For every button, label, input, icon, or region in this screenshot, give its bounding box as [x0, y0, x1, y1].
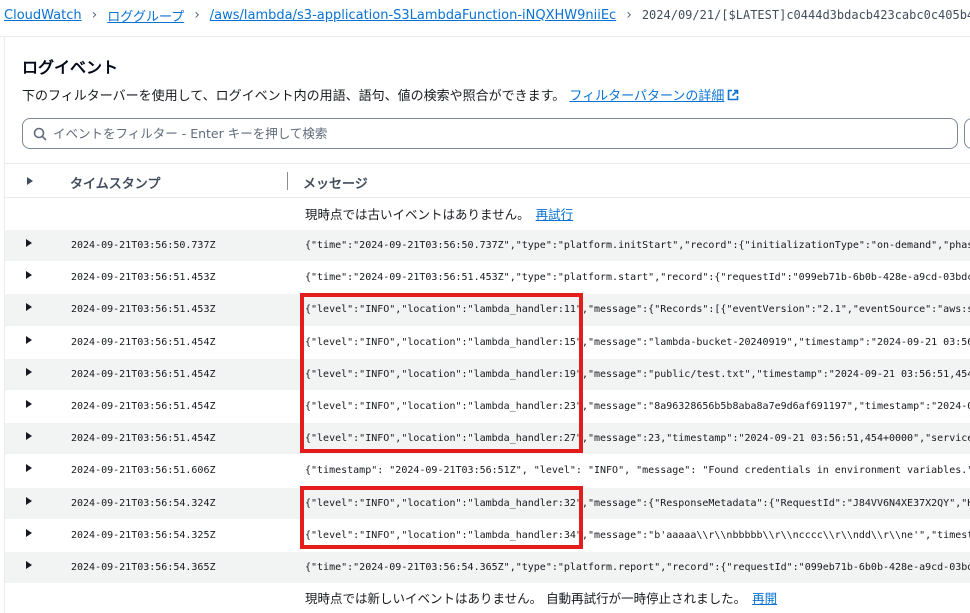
row-timestamp: 2024-09-21T03:56:50.737Z — [71, 240, 216, 251]
row-timestamp: 2024-09-21T03:56:51.454Z — [71, 433, 216, 445]
row-message: {"time":"2024-09-21T03:56:50.737Z","type… — [305, 240, 970, 251]
breadcrumb-log-stream: 2024/09/21/[$LATEST]c0444d3bdacb423cabc0… — [641, 8, 970, 22]
table-row[interactable]: 2024-09-21T03:56:51.454Z {"level":"INFO",… — [5, 390, 970, 424]
chevron-right-icon: › — [626, 7, 632, 23]
section-header: ログイベント — [22, 54, 118, 78]
resume-link[interactable]: 再開 — [752, 591, 777, 606]
filter-options-button[interactable] — [964, 118, 970, 149]
table-row[interactable]: 2024-09-21T03:56:51.454Z {"level":"INFO",… — [5, 358, 970, 391]
expand-row-icon[interactable] — [24, 463, 34, 473]
row-message: {"time":"2024-09-21T03:56:51.453Z","type… — [305, 272, 970, 284]
column-divider[interactable] — [287, 172, 288, 190]
expand-all-icon[interactable] — [25, 176, 35, 186]
row-timestamp: 2024-09-21T03:56:51.454Z — [71, 368, 216, 380]
expand-row-icon[interactable] — [24, 302, 34, 312]
row-message: {"level":"INFO","location":"lambda_handl… — [305, 304, 970, 316]
column-header-timestamp[interactable]: タイムスタンプ — [70, 173, 160, 192]
breadcrumb-log-group[interactable]: /aws/lambda/s3-application-S3LambdaFunct… — [210, 8, 616, 23]
search-icon — [33, 127, 47, 141]
expand-row-icon[interactable] — [24, 496, 34, 506]
expand-row-icon[interactable] — [24, 528, 34, 538]
expand-row-icon[interactable] — [24, 335, 34, 345]
expand-row-icon[interactable] — [24, 270, 34, 280]
log-events-list: 2024-09-21T03:56:50.737Z {"time":"2024-09… — [5, 230, 970, 585]
row-message: {"level":"INFO","location":"lambda_handl… — [305, 497, 970, 509]
filter-bar — [22, 118, 958, 149]
expand-row-icon[interactable] — [24, 238, 34, 248]
row-timestamp: 2024-09-21T03:56:54.365Z — [71, 561, 216, 573]
description-text: 下のフィルターバーを使用して、ログイベント内の用語、語句、値の検索や照合ができま… — [22, 89, 566, 104]
row-timestamp: 2024-09-21T03:56:51.453Z — [71, 304, 216, 316]
table-row[interactable]: 2024-09-21T03:56:51.453Z {"time":"2024-09… — [5, 262, 970, 295]
divider — [0, 36, 970, 37]
table-header: タイムスタンプ メッセージ — [5, 163, 970, 198]
table-row[interactable]: 2024-09-21T03:56:51.454Z {"level":"INFO",… — [5, 423, 970, 456]
row-message: {"level":"INFO","location":"lambda_handl… — [305, 529, 970, 541]
row-timestamp: 2024-09-21T03:56:51.454Z — [71, 336, 216, 348]
filter-input[interactable] — [53, 126, 933, 141]
row-timestamp: 2024-09-21T03:56:51.454Z — [71, 400, 216, 412]
expand-row-icon[interactable] — [24, 560, 34, 570]
table-row[interactable]: 2024-09-21T03:56:50.737Z {"time":"2024-09… — [5, 230, 970, 263]
table-row[interactable]: 2024-09-21T03:56:54.325Z {"level":"INFO",… — [5, 519, 970, 552]
retry-link[interactable]: 再試行 — [536, 207, 574, 222]
breadcrumb-log-groups[interactable]: ロググループ — [107, 6, 184, 25]
table-row[interactable]: 2024-09-21T03:56:54.365Z {"time":"2024-09… — [5, 551, 970, 585]
row-message: {"level":"INFO","location":"lambda_handl… — [305, 336, 970, 348]
table-row[interactable]: 2024-09-21T03:56:51.454Z {"level":"INFO",… — [5, 326, 970, 359]
expand-row-icon[interactable] — [24, 431, 34, 441]
expand-row-icon[interactable] — [24, 399, 34, 409]
bottom-notice: 現時点では新しいイベントはありません。 自動再試行が一時停止されました。 再開 — [305, 588, 777, 607]
top-notice-text: 現時点では古いイベントはありません。 — [305, 207, 530, 222]
chevron-right-icon: › — [91, 7, 98, 23]
table-row[interactable]: 2024-09-21T03:56:51.453Z {"level":"INFO",… — [5, 294, 970, 327]
row-timestamp: 2024-09-21T03:56:51.606Z — [71, 465, 216, 477]
row-message: {"level":"INFO","location":"lambda_handl… — [305, 400, 970, 412]
row-message: {"level":"INFO","location":"lambda_handl… — [305, 368, 970, 380]
column-header-message[interactable]: メッセージ — [303, 173, 368, 192]
row-message: {"level":"INFO","location":"lambda_handl… — [305, 433, 970, 445]
row-message: {"time":"2024-09-21T03:56:54.365Z","type… — [305, 561, 970, 573]
row-timestamp: 2024-09-21T03:56:51.453Z — [71, 272, 216, 284]
external-link-icon — [728, 89, 739, 101]
table-row[interactable]: 2024-09-21T03:56:51.606Z {"timestamp": "2… — [5, 455, 970, 488]
description: 下のフィルターバーを使用して、ログイベント内の用語、語句、値の検索や照合ができま… — [22, 85, 739, 104]
row-timestamp: 2024-09-21T03:56:54.325Z — [71, 529, 216, 541]
filter-pattern-link-label: フィルターパターンの詳細 — [569, 89, 725, 104]
bottom-notice-text: 現時点では新しいイベントはありません。 自動再試行が一時停止されました。 — [305, 591, 747, 606]
breadcrumb: CloudWatch › ロググループ › /aws/lambda/s3-app… — [0, 0, 970, 30]
filter-pattern-link[interactable]: フィルターパターンの詳細 — [569, 89, 739, 104]
chevron-right-icon: › — [194, 7, 200, 23]
page-title: ログイベント — [22, 58, 119, 77]
row-timestamp: 2024-09-21T03:56:54.324Z — [71, 497, 216, 509]
breadcrumb-cloudwatch[interactable]: CloudWatch — [4, 8, 82, 23]
expand-row-icon[interactable] — [24, 367, 34, 377]
top-notice: 現時点では古いイベントはありません。 再試行 — [305, 204, 573, 223]
row-message: {"timestamp": "2024-09-21T03:56:51Z", "l… — [305, 465, 970, 477]
table-row[interactable]: 2024-09-21T03:56:54.324Z {"level":"INFO",… — [5, 487, 970, 520]
